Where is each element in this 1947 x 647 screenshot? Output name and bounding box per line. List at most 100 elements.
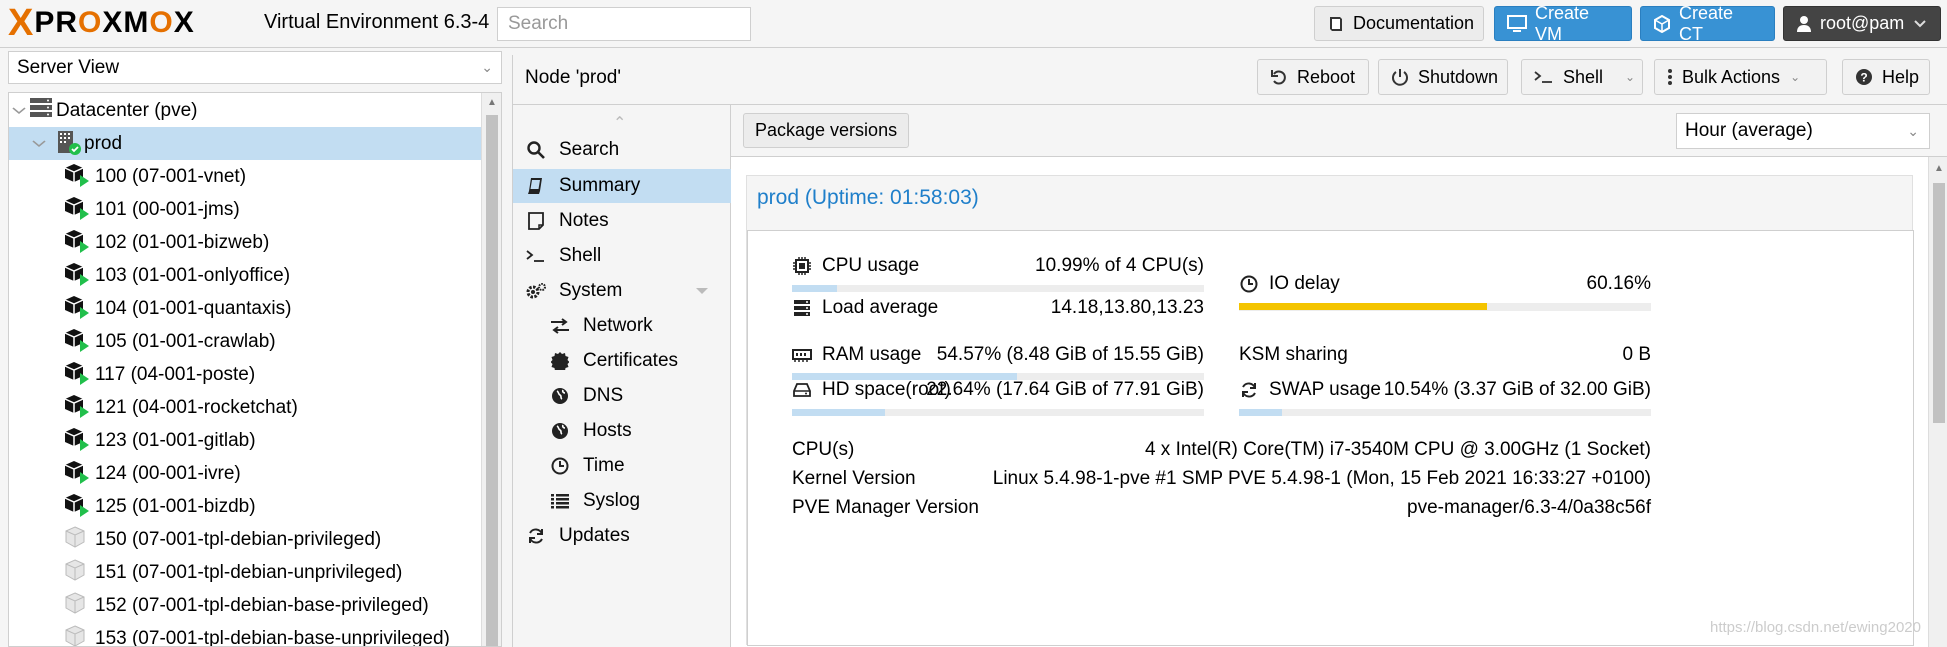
tree-item[interactable]: 150 (07-001-tpl-debian-privileged) (9, 523, 481, 556)
user-icon (1796, 15, 1812, 33)
tree-item[interactable]: 100 (07-001-vnet) (9, 160, 481, 193)
tree-item-label: 100 (07-001-vnet) (95, 165, 247, 187)
load-average-stat: Load average 14.18,13.80,13.23 (792, 297, 1204, 321)
menu-item-label: Search (559, 139, 620, 160)
menu-item-time[interactable]: Time (513, 449, 731, 483)
tree-item[interactable]: 117 (04-001-poste) (9, 358, 481, 391)
tree-item[interactable]: 151 (07-001-tpl-debian-unprivileged) (9, 556, 481, 589)
container-running-icon (64, 196, 90, 222)
watermark: https://blog.csdn.net/ewing2020 (1710, 619, 1921, 636)
proxmox-logo[interactable]: X PROXMOX (8, 4, 195, 42)
menu-item-label: Summary (559, 175, 641, 196)
shell-label: Shell (1563, 66, 1604, 87)
create-ct-label: Create CT (1679, 2, 1734, 44)
tree-item[interactable]: 152 (07-001-tpl-debian-base-privileged) (9, 589, 481, 622)
menu-item-system[interactable]: System (513, 274, 731, 308)
info-row-pve-manager: PVE Manager Version pve-manager/6.3-4/0a… (792, 497, 1651, 525)
menu-item-summary[interactable]: Summary (513, 169, 731, 203)
cpu-usage-value: 10.99% of 4 CPU(s) (1035, 255, 1204, 276)
left-panel: Server View ⌄ 153 (07-001-tpl-debian-bas… (0, 48, 505, 647)
scroll-up-icon[interactable]: ▲ (1934, 163, 1944, 174)
menu-item-notes[interactable]: Notes (513, 204, 731, 238)
tree-item[interactable]: 153 (07-001-tpl-debian-base-unprivileged… (9, 622, 481, 647)
scroll-up-icon[interactable]: ⌃ (613, 113, 626, 133)
menu-item-hosts[interactable]: Hosts (513, 414, 731, 448)
container-running-icon (64, 328, 90, 354)
menu-item-dns[interactable]: DNS (513, 379, 731, 413)
menu-item-label: Time (583, 455, 625, 476)
user-menu-button[interactable]: root@pam (1783, 6, 1941, 41)
container-running-icon (64, 262, 90, 288)
container-running-icon (64, 493, 90, 519)
content-scrollbar-thumb[interactable] (1933, 183, 1945, 423)
ellipsis-vertical-icon (1667, 68, 1673, 86)
tree-item-label: 153 (07-001-tpl-debian-base-unprivileged… (95, 627, 450, 647)
bulk-actions-button[interactable]: Bulk Actions ⌄ (1654, 59, 1827, 95)
documentation-button[interactable]: Documentation (1314, 6, 1484, 41)
tree-item[interactable]: 105 (01-001-crawlab) (9, 325, 481, 358)
resource-tree: 153 (07-001-tpl-debian-base-unprivileged… (8, 92, 502, 647)
io-delay-bar (1239, 303, 1651, 311)
tree-item[interactable]: 101 (00-001-jms) (9, 193, 481, 226)
main-area: Node 'prod' Reboot Shutdown Shell ⌄ Bulk… (512, 55, 1947, 647)
create-vm-button[interactable]: Create VM (1494, 3, 1632, 44)
menu-item-label: Notes (559, 210, 609, 231)
user-label: root@pam (1820, 13, 1905, 33)
timeframe-value: Hour (average) (1685, 120, 1813, 141)
node-menu: ⌃ Search Summary Notes Shell System Network Ce… (513, 105, 731, 647)
expand-chevron-icon[interactable] (12, 104, 26, 118)
scroll-up-icon[interactable]: ▲ (487, 97, 497, 108)
refresh-icon (525, 527, 547, 545)
tree-item-label: 104 (01-001-quantaxis) (95, 297, 292, 319)
menu-item-search[interactable]: Search (513, 133, 731, 167)
tree-item[interactable]: 125 (01-001-bizdb) (9, 490, 481, 523)
cpu-usage-stat: CPU usage 10.99% of 4 CPU(s) (792, 255, 1204, 279)
server-icon (792, 299, 812, 317)
reboot-button[interactable]: Reboot (1257, 59, 1369, 95)
cube-icon (1653, 14, 1671, 33)
expand-chevron-icon[interactable] (695, 284, 709, 298)
menu-item-syslog[interactable]: Syslog (513, 484, 731, 518)
timeframe-selector[interactable]: Hour (average) ⌄ (1676, 113, 1930, 149)
tree-item-label: Datacenter (pve) (56, 99, 198, 121)
menu-item-updates[interactable]: Updates (513, 519, 731, 553)
expand-chevron-icon[interactable] (32, 137, 46, 151)
clock-icon (549, 457, 571, 475)
tree-scrollbar[interactable]: ▲ (481, 93, 501, 646)
logo-part: O (78, 6, 103, 39)
package-versions-button[interactable]: Package versions (743, 113, 910, 148)
info-key: CPU(s) (792, 439, 855, 460)
menu-item-shell[interactable]: Shell (513, 239, 731, 273)
tree-item-label: 102 (01-001-bizweb) (95, 231, 270, 253)
book-icon (525, 177, 547, 195)
tree-item[interactable]: 103 (01-001-onlyoffice) (9, 259, 481, 292)
menu-item-network[interactable]: Network (513, 309, 731, 343)
view-selector[interactable]: Server View ⌄ (8, 51, 502, 84)
create-ct-button[interactable]: Create CT (1640, 3, 1775, 44)
menu-item-label: DNS (583, 385, 624, 406)
help-button[interactable]: ? Help (1842, 59, 1930, 95)
chevron-down-icon: ⌄ (1790, 70, 1801, 84)
info-value: 4 x Intel(R) Core(TM) i7-3540M CPU @ 3.0… (1144, 439, 1651, 460)
menu-item-label: Certificates (583, 350, 679, 371)
chevron-down-icon[interactable]: ⌄ (1625, 70, 1635, 84)
tree-item[interactable]: Datacenter (pve) (9, 94, 481, 127)
cpu-icon (792, 256, 812, 276)
menu-item-certificates[interactable]: Certificates (513, 344, 731, 378)
tree-item[interactable]: 121 (04-001-rocketchat) (9, 391, 481, 424)
ram-usage-stat: RAM usage 54.57% (8.48 GiB of 15.55 GiB) (792, 344, 1204, 368)
info-value: Linux 5.4.98-1-pve #1 SMP PVE 5.4.98-1 (… (992, 468, 1651, 489)
tree-item[interactable]: 123 (01-001-gitlab) (9, 424, 481, 457)
template-icon (64, 625, 90, 646)
tree-item[interactable]: 102 (01-001-bizweb) (9, 226, 481, 259)
tree-item[interactable]: 124 (00-001-ivre) (9, 457, 481, 490)
tree-scrollbar-thumb[interactable] (486, 115, 498, 646)
global-search-input[interactable] (497, 7, 751, 41)
tree-item[interactable]: 104 (01-001-quantaxis) (9, 292, 481, 325)
tree-item-label: 124 (00-001-ivre) (95, 462, 241, 484)
tree-item[interactable]: prod (9, 127, 481, 160)
hd-space-value: 22.64% (17.64 GiB of 77.91 GiB) (926, 379, 1204, 400)
content-scrollbar[interactable]: ▲ (1928, 157, 1947, 647)
shell-button[interactable]: Shell ⌄ (1521, 59, 1643, 95)
shutdown-button[interactable]: Shutdown (1378, 59, 1508, 95)
